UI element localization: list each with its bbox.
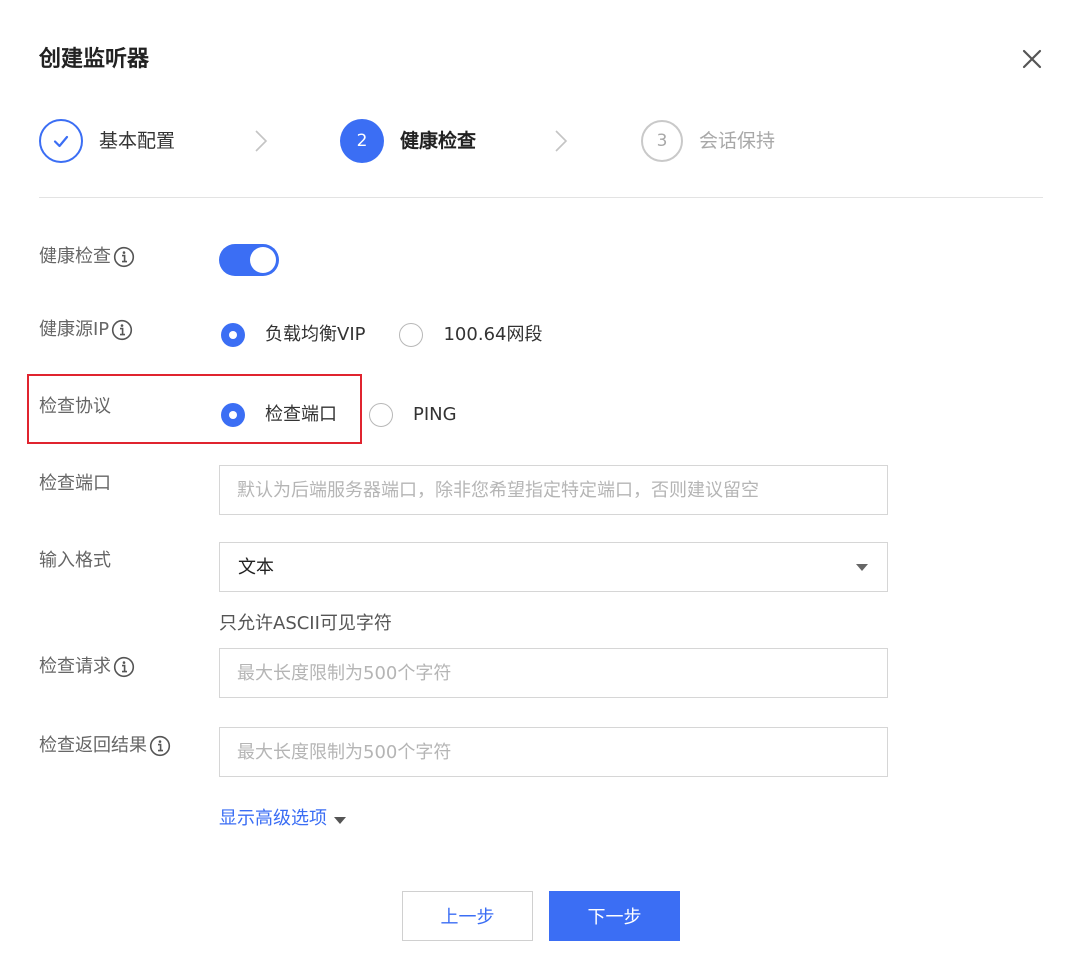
- previous-step-button[interactable]: 上一步: [402, 891, 533, 941]
- radio-lb-vip[interactable]: 负载均衡VIP: [221, 322, 365, 348]
- check-response-label: 检查返回结果: [39, 733, 171, 759]
- check-protocol-radio-group: 检查端口 PING: [221, 400, 457, 430]
- check-response-input[interactable]: [219, 727, 888, 777]
- close-icon[interactable]: [1018, 45, 1046, 73]
- step-health-check[interactable]: 2 健康检查: [340, 118, 476, 164]
- health-source-ip-radio-group: 负载均衡VIP 100.64网段: [221, 320, 542, 350]
- radio-ping[interactable]: PING: [369, 402, 457, 428]
- next-step-button[interactable]: 下一步: [549, 891, 680, 941]
- step-number: 2: [340, 119, 384, 163]
- health-check-label: 健康检查: [39, 244, 135, 270]
- check-request-input[interactable]: [219, 648, 888, 698]
- create-listener-dialog: 创建监听器 基本配置 2 健康检查 3 会话保持 健康检查 健康源IP 负载均衡…: [0, 0, 1080, 980]
- info-icon[interactable]: [113, 656, 135, 678]
- radio-100-64[interactable]: 100.64网段: [399, 322, 542, 348]
- link-text: 显示高级选项: [219, 808, 327, 829]
- chevron-right-icon: [246, 127, 274, 155]
- check-icon: [39, 119, 83, 163]
- step-label: 会话保持: [699, 130, 776, 152]
- check-protocol-label: 检查协议: [39, 394, 111, 420]
- label-text: 健康源IP: [39, 319, 110, 340]
- check-request-label: 检查请求: [39, 654, 135, 680]
- input-format-select[interactable]: 文本: [219, 542, 888, 592]
- label-text: 检查协议: [39, 396, 111, 417]
- radio-label: 负载均衡VIP: [265, 324, 366, 345]
- chevron-right-icon: [546, 127, 574, 155]
- step-session-persistence[interactable]: 3 会话保持: [641, 118, 775, 164]
- input-format-hint: 只允许ASCII可见字符: [219, 613, 392, 634]
- label-text: 输入格式: [39, 550, 111, 571]
- label-text: 检查端口: [39, 473, 111, 494]
- health-source-ip-label: 健康源IP: [39, 317, 133, 343]
- check-port-label: 检查端口: [39, 471, 111, 497]
- radio-button-unchecked: [369, 403, 393, 427]
- radio-button-unchecked: [399, 323, 424, 347]
- step-label: 健康检查: [400, 130, 477, 152]
- info-icon[interactable]: [113, 246, 135, 268]
- label-text: 健康检查: [39, 246, 111, 267]
- radio-label: PING: [413, 404, 457, 425]
- label-text: 检查请求: [39, 656, 111, 677]
- dialog-title: 创建监听器: [39, 47, 150, 72]
- step-label: 基本配置: [99, 130, 176, 152]
- radio-label: 100.64网段: [443, 324, 543, 345]
- steps-bar: 基本配置 2 健康检查 3 会话保持: [39, 118, 1043, 164]
- divider: [39, 197, 1043, 198]
- radio-label: 检查端口: [265, 404, 337, 425]
- info-icon[interactable]: [111, 319, 133, 341]
- info-icon[interactable]: [149, 735, 171, 757]
- radio-button-checked: [221, 323, 245, 347]
- step-basic-config[interactable]: 基本配置: [39, 118, 175, 164]
- toggle-knob: [250, 247, 276, 273]
- label-text: 检查返回结果: [39, 735, 147, 756]
- caret-down-icon: [334, 817, 346, 824]
- step-number: 3: [641, 120, 683, 162]
- show-advanced-options-link[interactable]: 显示高级选项: [219, 806, 346, 832]
- check-port-input[interactable]: [219, 465, 888, 515]
- health-check-toggle[interactable]: [219, 244, 279, 276]
- radio-check-port[interactable]: 检查端口: [221, 402, 337, 428]
- select-value: 文本: [238, 557, 274, 578]
- radio-button-checked: [221, 403, 245, 427]
- input-format-label: 输入格式: [39, 548, 111, 574]
- caret-down-icon: [856, 564, 868, 571]
